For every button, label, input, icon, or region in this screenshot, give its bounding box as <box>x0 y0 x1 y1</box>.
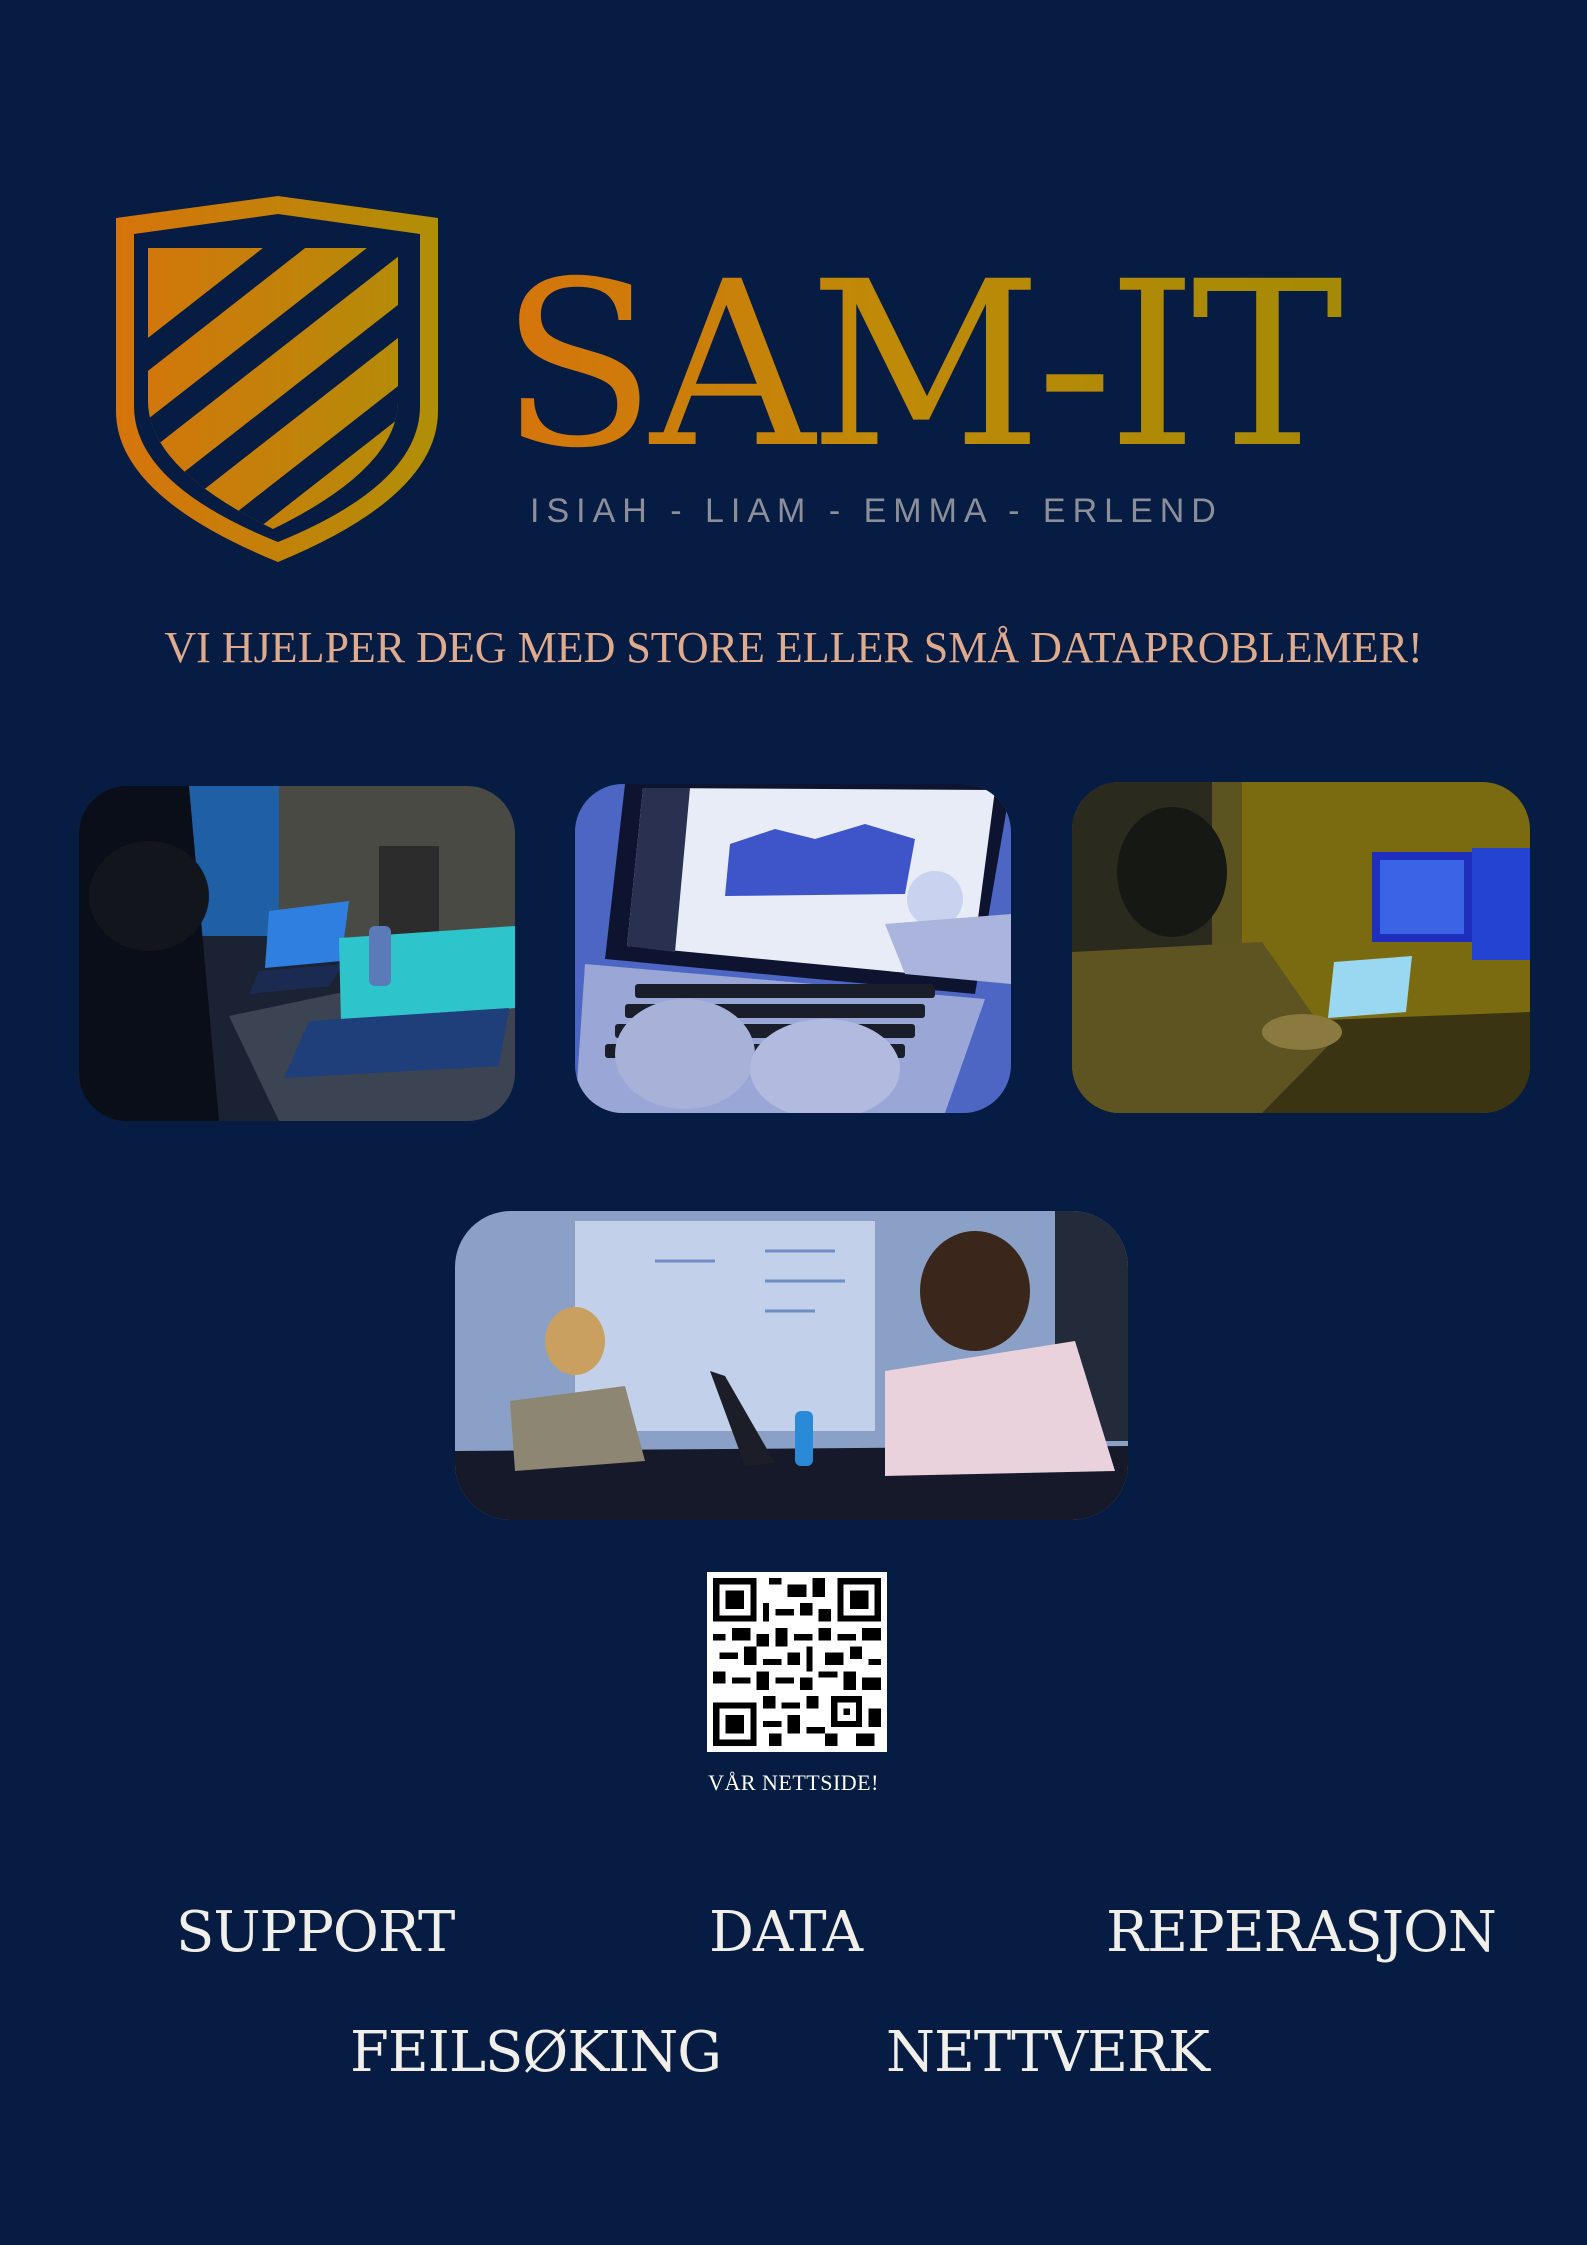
service-nettverk: NETTVERK <box>886 2020 1210 2085</box>
qr-code[interactable] <box>707 1572 887 1752</box>
service-data: DATA <box>709 1900 863 1965</box>
photo-person-at-monitors <box>1072 782 1530 1113</box>
shield-logo-icon <box>108 196 446 562</box>
service-support: SUPPORT <box>176 1900 455 1965</box>
service-feilsoking: FEILSØKING <box>350 2020 722 2085</box>
tagline: VI HJELPER DEG MED STORE ELLER SMÅ DATAP… <box>164 623 1423 672</box>
member-names: ISIAH - LIAM - EMMA - ERLEND <box>530 492 1223 530</box>
qr-caption: VÅR NETTSIDE! <box>708 1770 879 1795</box>
brand-name: SAM-IT <box>500 250 1370 480</box>
photo-laptops-dark-room <box>79 786 515 1121</box>
service-reperasjon: REPERASJON <box>1106 1900 1497 1965</box>
photo-hands-typing-laptop <box>575 784 1011 1113</box>
photo-two-people-at-whiteboard-table <box>455 1211 1128 1520</box>
